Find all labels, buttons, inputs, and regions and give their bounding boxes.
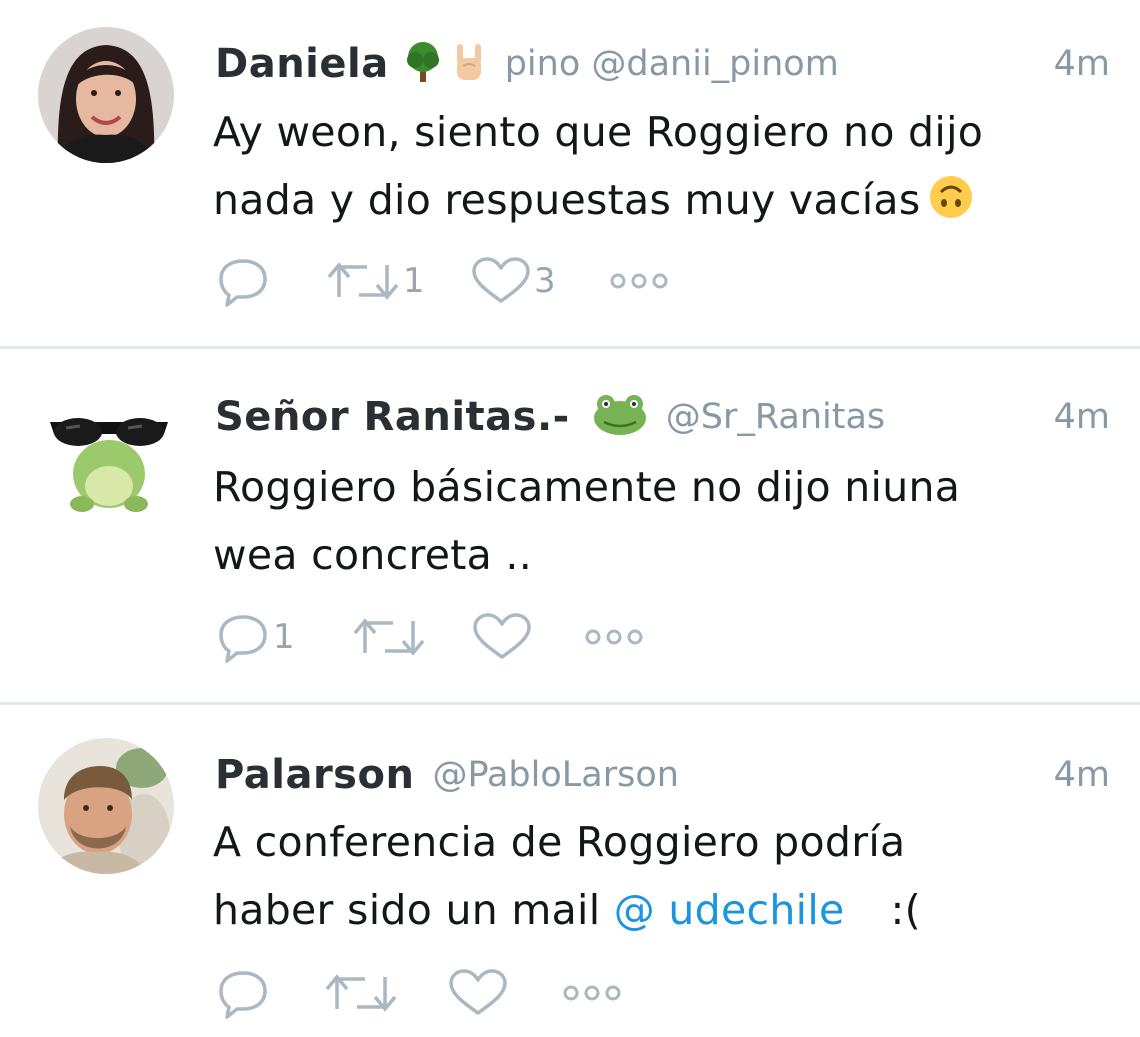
retweet-icon <box>327 262 399 300</box>
tweet-text-line: wea concreta .. <box>213 531 533 579</box>
avatar[interactable] <box>38 738 174 874</box>
tweet-actions: 1 3 <box>215 249 670 313</box>
reply-button[interactable]: 1 <box>215 611 351 663</box>
display-name[interactable]: Daniela <box>215 41 389 87</box>
retweet-button[interactable]: 1 <box>325 255 470 307</box>
tweet-text-span: nada y dio respuestas muy vacías <box>213 176 921 224</box>
retweet-button[interactable] <box>351 611 471 663</box>
tweet-text: Roggiero básicamente no dijo niuna wea c… <box>213 453 1120 589</box>
user-handle[interactable]: @Sr_Ranitas <box>666 397 885 437</box>
rock-hand-emoji <box>451 40 487 88</box>
more-icon <box>585 629 643 645</box>
timestamp[interactable]: 4m <box>1054 44 1110 84</box>
tweet-text-line: A conferencia de Roggiero podría <box>213 818 906 866</box>
tweet-text: Ay weon, siento que Roggiero no dijo nad… <box>213 98 1120 240</box>
mention-link[interactable]: @ udechile <box>614 886 845 934</box>
user-handle[interactable]: @PabloLarson <box>432 755 679 795</box>
tweet-text-line: haber sido un mail @ udechile :( <box>213 876 1120 944</box>
tweet-header: Daniela pino @danii_pinom 4m <box>215 33 1110 95</box>
more-button[interactable] <box>561 981 623 1005</box>
retweet-icon <box>325 974 397 1012</box>
reply-icon <box>219 615 267 663</box>
like-button[interactable] <box>471 611 583 663</box>
avatar[interactable] <box>46 404 172 516</box>
reply-icon <box>219 259 267 307</box>
more-icon <box>563 985 621 1001</box>
tweet-text-line: Ay weon, siento que Roggiero no dijo <box>213 108 984 156</box>
tweet-header: Señor Ranitas.- @Sr_Ranitas 4m <box>215 386 1110 448</box>
more-button[interactable] <box>583 625 645 649</box>
retweet-count: 1 <box>403 261 425 301</box>
avatar[interactable] <box>38 27 174 163</box>
frog-emoji <box>592 394 648 440</box>
tweet-text: A conferencia de Roggiero podría haber s… <box>213 808 1120 944</box>
heart-icon <box>473 613 531 659</box>
reply-button[interactable] <box>215 967 323 1019</box>
tweet-actions: 1 <box>215 605 645 669</box>
tree-emoji <box>403 40 443 88</box>
reply-button[interactable] <box>215 255 325 307</box>
heart-icon <box>472 257 530 303</box>
retweet-button[interactable] <box>323 967 447 1019</box>
tweet-text-line: nada y dio respuestas muy vacías <box>213 166 1120 240</box>
tweet-1[interactable]: Daniela pino @danii_pinom 4m Ay weon, si… <box>0 0 1140 345</box>
upside-down-face-emoji <box>928 172 974 240</box>
tweet-actions <box>215 961 623 1025</box>
tweet-text-span: haber sido un mail <box>213 886 614 934</box>
more-button[interactable] <box>608 269 670 293</box>
timestamp[interactable]: 4m <box>1054 397 1110 437</box>
heart-icon <box>449 969 507 1015</box>
retweet-icon <box>353 618 425 656</box>
tweet-3[interactable]: Palarson @PabloLarson 4m A conferencia d… <box>0 705 1140 1037</box>
tweet-2[interactable]: Señor Ranitas.- @Sr_Ranitas 4m Roggiero … <box>0 349 1140 702</box>
tweet-header: Palarson @PabloLarson 4m <box>215 744 1110 806</box>
timestamp[interactable]: 4m <box>1054 755 1110 795</box>
display-name[interactable]: Palarson <box>215 752 414 798</box>
like-button[interactable]: 3 <box>470 255 608 307</box>
more-icon <box>610 273 668 289</box>
like-button[interactable] <box>447 967 561 1019</box>
reply-icon <box>219 971 267 1019</box>
like-count: 3 <box>534 261 556 301</box>
display-name[interactable]: Señor Ranitas.- <box>215 394 570 440</box>
reply-count: 1 <box>273 617 295 657</box>
tweet-text-line: Roggiero básicamente no dijo niuna <box>213 463 961 511</box>
user-handle[interactable]: pino @danii_pinom <box>505 44 839 84</box>
tweet-text-span: :( <box>890 886 921 934</box>
